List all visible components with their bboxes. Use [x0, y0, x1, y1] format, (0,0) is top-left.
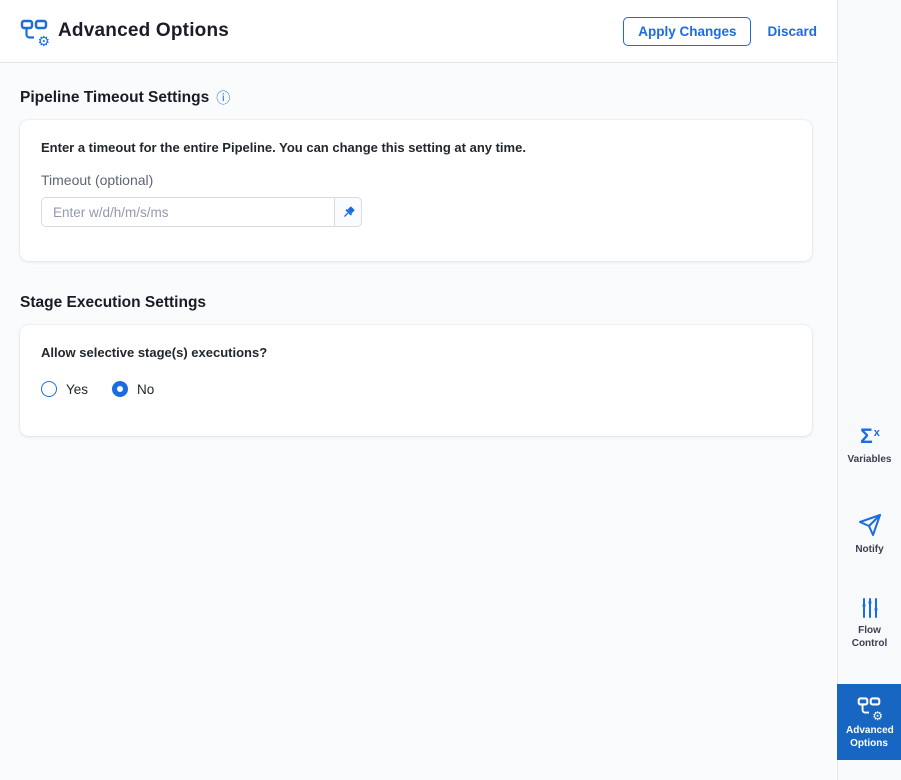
pin-icon: [343, 206, 354, 217]
main-area: ⚙ Advanced Options Apply Changes Discard…: [0, 0, 837, 780]
page-title: Advanced Options: [58, 20, 230, 41]
sliders-icon: [862, 598, 877, 618]
selective-stages-radio-group: Yes No: [41, 381, 791, 397]
pipeline-gear-icon: ⚙: [20, 17, 50, 49]
discard-link[interactable]: Discard: [767, 24, 817, 39]
apply-changes-button[interactable]: Apply Changes: [623, 16, 752, 46]
gear-icon: ⚙: [872, 709, 883, 723]
info-icon[interactable]: ⓘ: [216, 91, 230, 105]
timeout-input[interactable]: [41, 197, 334, 227]
selective-stages-question: Allow selective stage(s) executions?: [41, 345, 268, 360]
panel-content: Pipeline Timeout Settings ⓘ Enter a time…: [0, 63, 837, 780]
sidebar-item-flow-control[interactable]: Flow Control: [838, 598, 901, 650]
stage-execution-heading: Stage Execution Settings: [20, 294, 812, 312]
paper-plane-icon: [858, 513, 881, 536]
timeout-description: Enter a timeout for the entire Pipeline.…: [41, 140, 526, 155]
timeout-field-label: Timeout (optional): [41, 172, 154, 188]
sidebar-item-notify[interactable]: Notify: [838, 513, 901, 557]
advanced-options-panel: ⚙ Advanced Options Apply Changes Discard…: [0, 0, 901, 780]
header-actions: Apply Changes Discard: [623, 16, 817, 46]
radio-yes-label: Yes: [66, 381, 89, 397]
pipeline-timeout-card: Enter a timeout for the entire Pipeline.…: [20, 120, 812, 261]
radio-no-label: No: [137, 381, 155, 397]
panel-header: ⚙ Advanced Options Apply Changes Discard: [0, 0, 837, 63]
sidebar-item-label: Notify: [855, 543, 884, 555]
gear-icon: ⚙: [37, 33, 50, 49]
radio-option-yes[interactable]: Yes: [41, 381, 88, 397]
radio-yes-circle[interactable]: [41, 381, 57, 397]
sigma-x-icon: Σx: [860, 425, 880, 448]
stage-execution-card: Allow selective stage(s) executions? Yes…: [20, 325, 812, 436]
pipeline-gear-icon: ⚙: [857, 695, 883, 723]
radio-option-no[interactable]: No: [112, 381, 154, 397]
pin-button[interactable]: [334, 197, 362, 227]
sidebar-item-advanced-options[interactable]: ⚙ Advanced Options: [837, 684, 901, 760]
pipeline-timeout-heading: Pipeline Timeout Settings ⓘ: [20, 89, 812, 107]
timeout-input-group: [41, 197, 362, 227]
sidebar-item-label: Flow Control: [851, 625, 888, 649]
sidebar-item-variables[interactable]: Σx Variables: [838, 426, 901, 467]
pipeline-timeout-heading-text: Pipeline Timeout Settings: [20, 89, 210, 106]
stage-execution-heading-text: Stage Execution Settings: [20, 294, 207, 311]
right-sidebar: Σx Variables Notify Flow Control ⚙ Advan…: [837, 0, 901, 780]
sidebar-item-label: Advanced Options: [846, 725, 894, 749]
sidebar-item-label: Variables: [847, 454, 892, 465]
radio-no-circle[interactable]: [112, 381, 129, 397]
